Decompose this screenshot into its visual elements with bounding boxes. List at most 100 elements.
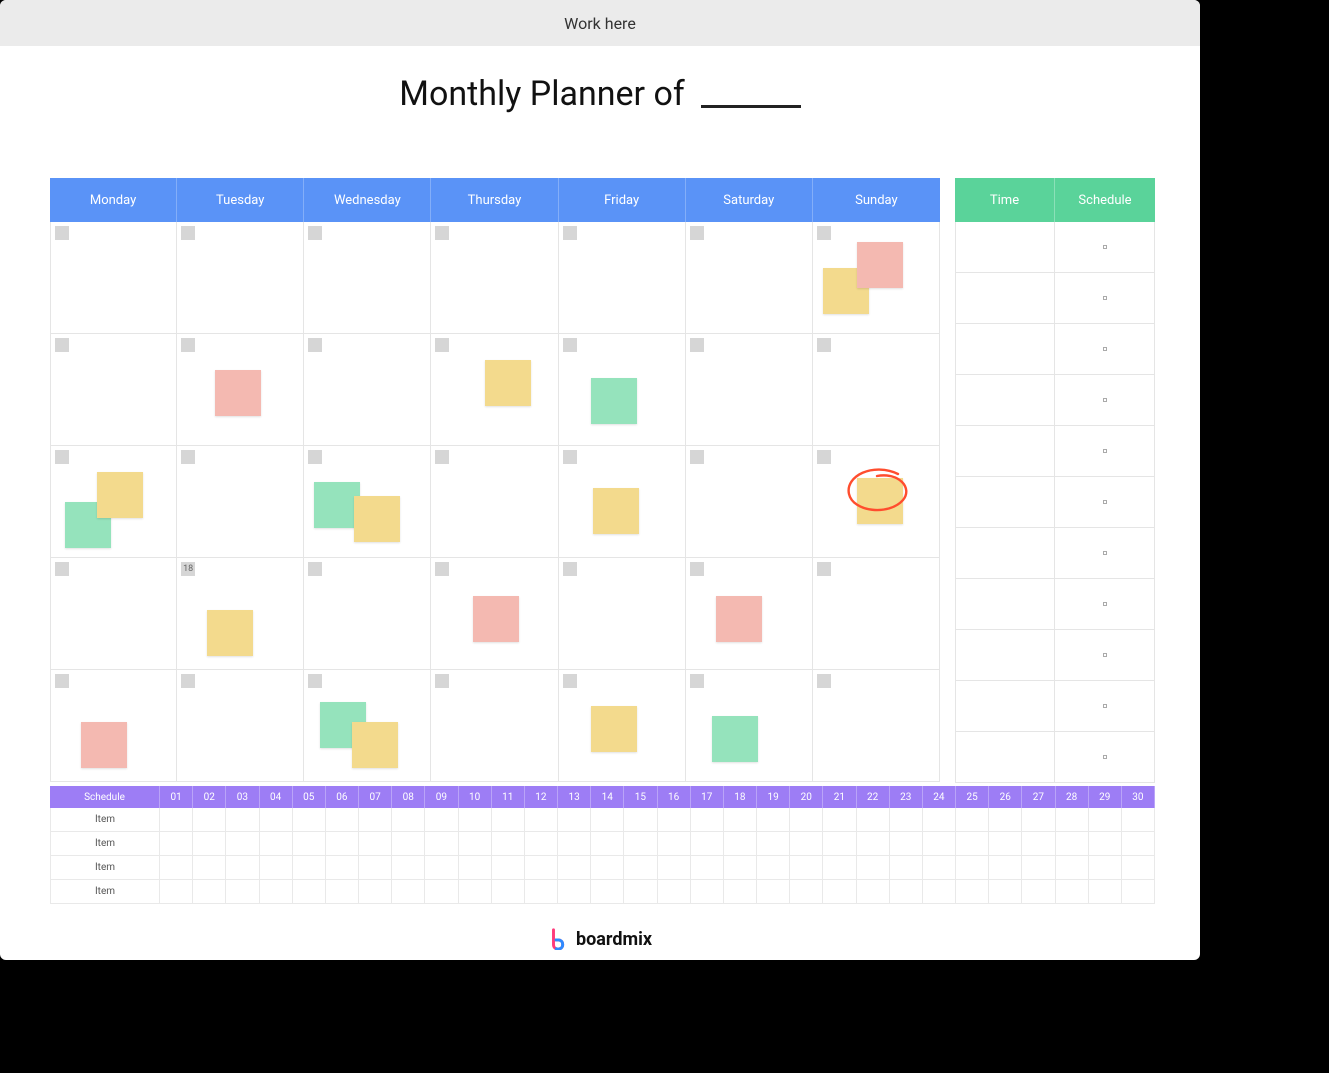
calendar-day[interactable] [431, 334, 558, 446]
gantt-cell[interactable] [492, 856, 525, 880]
gantt-cell[interactable] [1022, 856, 1055, 880]
gantt-cell[interactable] [558, 832, 591, 856]
side-time-cell[interactable] [955, 273, 1055, 324]
gantt-row[interactable]: Item [50, 832, 1155, 856]
sticky-note[interactable] [352, 722, 398, 768]
gantt-cell[interactable] [392, 832, 425, 856]
gantt-cell[interactable] [1056, 832, 1089, 856]
calendar-day[interactable] [50, 558, 177, 670]
gantt-cell[interactable] [492, 880, 525, 904]
calendar-day[interactable] [50, 222, 177, 334]
gantt-cell[interactable] [691, 856, 724, 880]
calendar-day[interactable] [686, 446, 813, 558]
gantt-cell[interactable] [658, 880, 691, 904]
gantt-cell[interactable] [359, 832, 392, 856]
gantt-cell[interactable] [724, 856, 757, 880]
gantt-cell[interactable] [492, 808, 525, 832]
gantt-cell[interactable] [956, 808, 989, 832]
sticky-note[interactable] [485, 360, 531, 406]
calendar-day[interactable] [50, 670, 177, 782]
gantt-cell[interactable] [923, 856, 956, 880]
title-blank[interactable] [701, 105, 801, 108]
gantt-cell[interactable] [724, 808, 757, 832]
gantt-cell[interactable] [392, 808, 425, 832]
gantt-cell[interactable] [989, 880, 1022, 904]
gantt-cell[interactable] [890, 856, 923, 880]
gantt-cell[interactable] [260, 856, 293, 880]
side-time-cell[interactable] [955, 630, 1055, 681]
calendar-day[interactable] [813, 222, 940, 334]
side-row[interactable] [955, 375, 1155, 426]
gantt-cell[interactable] [459, 880, 492, 904]
gantt-cell[interactable] [1122, 856, 1155, 880]
gantt-cell[interactable] [1056, 880, 1089, 904]
gantt-cell[interactable] [890, 880, 923, 904]
gantt-cell[interactable] [193, 880, 226, 904]
gantt-cell[interactable] [425, 808, 458, 832]
gantt-cell[interactable] [160, 832, 193, 856]
gantt-cell[interactable] [624, 808, 657, 832]
gantt-cell[interactable] [459, 856, 492, 880]
gantt-cell[interactable] [226, 832, 259, 856]
gantt-cell[interactable] [359, 856, 392, 880]
gantt-cell[interactable] [857, 832, 890, 856]
side-time-cell[interactable] [955, 222, 1055, 273]
time-schedule-panel[interactable]: Time Schedule [955, 178, 1155, 783]
gantt-cell[interactable] [1122, 880, 1155, 904]
gantt-cell[interactable] [757, 832, 790, 856]
gantt-cell[interactable] [459, 832, 492, 856]
calendar-body[interactable]: 18 [50, 222, 940, 782]
calendar-day[interactable] [813, 446, 940, 558]
side-time-cell[interactable] [955, 375, 1055, 426]
gantt-cell[interactable] [558, 856, 591, 880]
gantt-cell[interactable] [525, 856, 558, 880]
gantt-cell[interactable] [1022, 808, 1055, 832]
gantt-cell[interactable] [823, 856, 856, 880]
gantt-cell[interactable] [591, 856, 624, 880]
gantt-cell[interactable] [193, 856, 226, 880]
calendar-day[interactable] [686, 222, 813, 334]
calendar-day[interactable] [304, 558, 431, 670]
side-schedule-cell[interactable] [1055, 681, 1155, 732]
side-schedule-cell[interactable] [1055, 273, 1155, 324]
calendar-day[interactable] [304, 334, 431, 446]
gantt-cell[interactable] [1022, 880, 1055, 904]
side-schedule-cell[interactable] [1055, 426, 1155, 477]
gantt-cell[interactable] [790, 856, 823, 880]
gantt-cell[interactable] [425, 856, 458, 880]
gantt-row[interactable]: Item [50, 880, 1155, 904]
gantt-cell[interactable] [724, 832, 757, 856]
gantt-cell[interactable] [923, 880, 956, 904]
gantt-cell[interactable] [359, 880, 392, 904]
gantt-cell[interactable] [359, 808, 392, 832]
side-row[interactable] [955, 681, 1155, 732]
calendar-day[interactable] [431, 670, 558, 782]
gantt-cell[interactable] [326, 808, 359, 832]
gantt-cell[interactable] [226, 856, 259, 880]
gantt-cell[interactable] [260, 880, 293, 904]
calendar-day[interactable] [177, 446, 304, 558]
calendar-day[interactable] [304, 670, 431, 782]
gantt-cell[interactable] [392, 856, 425, 880]
calendar-day[interactable] [686, 558, 813, 670]
gantt-cell[interactable] [1056, 808, 1089, 832]
side-schedule-cell[interactable] [1055, 477, 1155, 528]
gantt-cell[interactable] [525, 880, 558, 904]
gantt-cell[interactable] [956, 856, 989, 880]
calendar-day[interactable] [559, 558, 686, 670]
gantt-cell[interactable] [558, 880, 591, 904]
gantt-cell[interactable] [857, 808, 890, 832]
gantt-cell[interactable] [326, 856, 359, 880]
sticky-note[interactable] [857, 478, 903, 524]
gantt-cell[interactable] [823, 808, 856, 832]
monthly-calendar[interactable]: MondayTuesdayWednesdayThursdayFridaySatu… [50, 178, 940, 782]
side-row[interactable] [955, 528, 1155, 579]
gantt-cell[interactable] [956, 880, 989, 904]
gantt-cell[interactable] [1122, 808, 1155, 832]
gantt-cell[interactable] [989, 856, 1022, 880]
side-time-cell[interactable] [955, 681, 1055, 732]
gantt-cell[interactable] [160, 880, 193, 904]
gantt-cell[interactable] [326, 880, 359, 904]
calendar-day[interactable] [813, 670, 940, 782]
calendar-day[interactable] [177, 222, 304, 334]
